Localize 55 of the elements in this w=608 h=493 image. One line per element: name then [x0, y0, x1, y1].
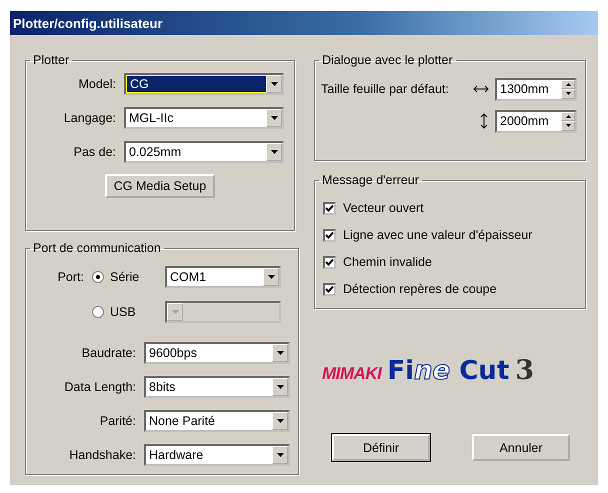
group-title: Message d'erreur [321, 173, 420, 187]
checkbox[interactable] [323, 256, 336, 268]
horizontal-arrow-icon [473, 84, 489, 94]
field-label: Baudrate: [80, 346, 137, 360]
dropdown[interactable]: None Parité [144, 410, 290, 432]
window-title: Plotter/config.utilisateur [13, 16, 163, 30]
dropdown-value: None Parité [148, 412, 216, 428]
vertical-arrow-icon [479, 113, 489, 129]
dropdown-value: MGL-IIc [128, 110, 174, 126]
dropdown[interactable]: COM1 [165, 266, 281, 288]
spin-buttons-icon[interactable] [561, 80, 575, 98]
checkbox-label: Détection repères de coupe [343, 282, 497, 296]
field-label: Parité: [98, 414, 137, 428]
field-label: Data Length: [63, 380, 137, 394]
checkbox[interactable] [323, 228, 336, 242]
radio-button[interactable] [92, 270, 104, 282]
spin-field[interactable]: 1300mm [495, 78, 577, 100]
checkbox[interactable] [323, 202, 336, 214]
field-label: Langage: [62, 111, 117, 125]
dropdown[interactable]: 9600bps [144, 342, 290, 364]
group-title: Dialogue avec le plotter [321, 53, 454, 67]
field-label: Handshake: [68, 448, 137, 462]
group-title: Plotter [32, 53, 70, 67]
spin-field[interactable]: 2000mm [495, 110, 577, 132]
checkbox[interactable] [323, 282, 336, 296]
spin-value: 1300mm [499, 81, 550, 97]
dropdown-value: 8bits [148, 378, 176, 394]
field-label: Taille feuille par défaut: [321, 82, 449, 96]
spin-buttons-icon[interactable] [561, 112, 575, 130]
dropdown-value: CG [127, 76, 266, 92]
checkbox-label: Ligne avec une valeur d'épaisseur [343, 228, 532, 242]
dropdown-value: 0.025mm [128, 144, 182, 160]
logo-version: 3 [515, 355, 534, 386]
media-setup-button[interactable]: CG Media Setup [105, 174, 215, 198]
field-label: Port: [56, 270, 85, 284]
dropdown[interactable]: MGL-IIc [124, 107, 284, 129]
logo-brand: MIMAKI [322, 364, 382, 384]
logo-product: Fine Cut [387, 356, 510, 386]
dropdown[interactable]: Hardware [144, 444, 290, 466]
group-title: Port de communication [32, 241, 162, 255]
define-button[interactable]: Définir [332, 434, 430, 461]
cancel-button[interactable]: Annuler [472, 434, 570, 461]
radio-label: USB [109, 304, 137, 318]
dropdown[interactable]: 0.025mm [124, 141, 284, 163]
field-label: Pas de: [72, 145, 117, 159]
dropdown[interactable]: 8bits [144, 376, 290, 398]
checkbox-label: Vecteur ouvert [343, 201, 424, 215]
field-label: Model: [77, 77, 117, 91]
checkbox-label: Chemin invalide [343, 255, 432, 269]
dropdown-value: Hardware [148, 446, 204, 462]
radio-label: Série [109, 270, 140, 284]
spin-value: 2000mm [499, 113, 550, 129]
dropdown-value: 9600bps [148, 344, 198, 360]
dropdown[interactable]: CG [124, 73, 284, 95]
dropdown-value: COM1 [169, 268, 208, 284]
